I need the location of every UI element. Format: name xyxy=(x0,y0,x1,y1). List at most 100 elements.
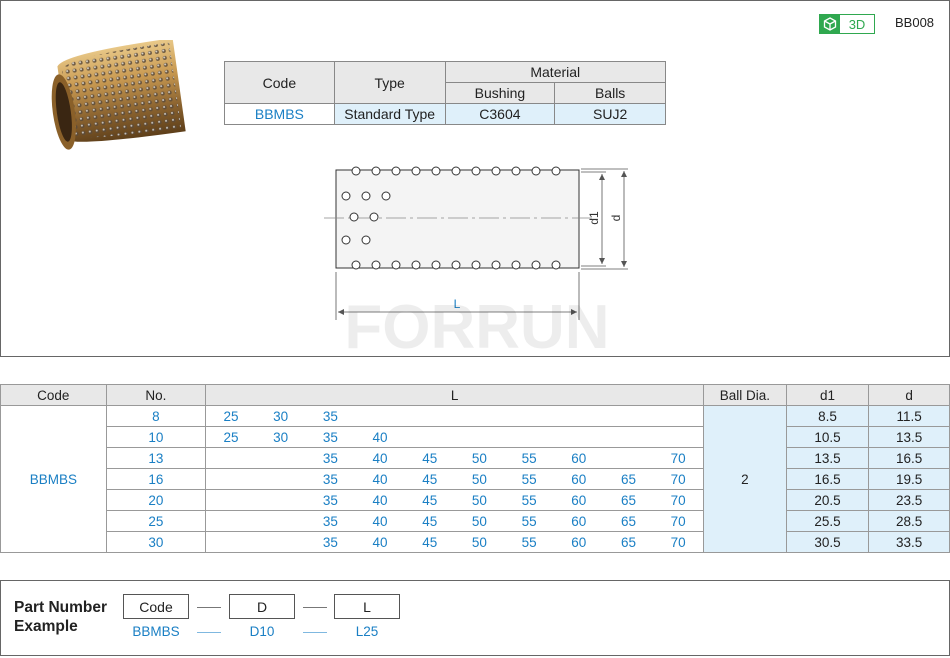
product-image xyxy=(51,40,186,150)
dims-L-value: 50 xyxy=(471,534,487,550)
dims-L-value: 25 xyxy=(223,429,239,445)
dims-L-value: 40 xyxy=(372,450,388,466)
dims-no-cell: 8 xyxy=(105,405,207,427)
dims-L-cell: 35 40 45 50 55 60 70 xyxy=(205,447,705,469)
table-row: 30 35 40 45 50 55 60 65 70 30.5 33.5 xyxy=(1,531,950,553)
material-header: Material xyxy=(444,61,667,83)
dims-no-cell: 16 xyxy=(105,468,207,490)
pn-code-box: Code xyxy=(123,594,189,619)
dims-L-value: 60 xyxy=(571,513,587,529)
3d-view-button[interactable]: 3D xyxy=(819,14,875,34)
svg-text:FORRUN: FORRUN xyxy=(344,296,609,358)
code-cell: BBMBS xyxy=(224,103,335,125)
part-number-title-line2: Example xyxy=(14,618,78,635)
dims-L-value: 30 xyxy=(273,429,289,445)
material-table: Code Type Material Bushing Balls BBMBS S… xyxy=(224,61,667,125)
d1-label: d1 xyxy=(587,211,601,225)
pn-l-box: L xyxy=(334,594,400,619)
dims-no-cell: 10 xyxy=(105,426,207,448)
dims-L-value: 70 xyxy=(670,534,686,550)
dims-L-value: 45 xyxy=(422,534,438,550)
pn-example-separator xyxy=(303,632,327,633)
dims-L-value: 55 xyxy=(521,534,537,550)
dims-d1-cell: 13.5 xyxy=(785,447,870,469)
dims-d1-cell: 16.5 xyxy=(785,468,870,490)
dims-L-value: 55 xyxy=(521,450,537,466)
dims-d1-cell: 10.5 xyxy=(785,426,870,448)
d-label: d xyxy=(609,215,623,222)
dims-no-cell: 30 xyxy=(105,531,207,553)
dims-L-value: 60 xyxy=(571,450,587,466)
dims-L-cell: 35 40 45 50 55 60 65 70 xyxy=(205,468,705,490)
dims-d-cell: 28.5 xyxy=(868,510,950,532)
part-number-title-line1: Part Number xyxy=(14,599,108,616)
pn-code-example: BBMBS xyxy=(132,624,180,639)
forrun-watermark: FORRUN xyxy=(344,296,609,358)
dims-L-value: 40 xyxy=(372,429,388,445)
dims-L-value: 60 xyxy=(571,471,587,487)
dims-L-value: 40 xyxy=(372,471,388,487)
dims-L-value: 50 xyxy=(471,513,487,529)
table-row: BBMBS 8 25 30 35 2 8.5 11.5 xyxy=(0,405,950,553)
dims-L-value: 30 xyxy=(273,408,289,424)
dims-code-cell: BBMBS xyxy=(0,405,107,553)
dims-L-cell: 25 30 35 40 xyxy=(205,426,705,448)
dims-L-value: 35 xyxy=(322,450,338,466)
dims-L-value: 35 xyxy=(322,429,338,445)
table-row: 10 25 30 35 40 10.5 13.5 xyxy=(1,426,950,448)
dims-ball-dia-header: Ball Dia. xyxy=(703,384,787,406)
dims-L-value: 70 xyxy=(670,471,686,487)
table-row: 25 35 40 45 50 55 60 65 70 25.5 28.5 xyxy=(1,510,950,532)
part-number-title: Part Number Example xyxy=(14,598,107,636)
pn-separator xyxy=(197,607,221,608)
pn-d-example: D10 xyxy=(249,624,275,639)
type-header: Type xyxy=(333,61,446,104)
pn-l-example: L25 xyxy=(355,624,379,639)
dims-L-value: 35 xyxy=(322,471,338,487)
table-row: 16 35 40 45 50 55 60 65 70 16.5 19.5 xyxy=(1,468,950,490)
dims-L-value: 40 xyxy=(372,534,388,550)
dims-d1-header: d1 xyxy=(785,384,870,406)
dims-d1-cell: 25.5 xyxy=(785,510,870,532)
cube-icon xyxy=(820,15,840,33)
code-header: Code xyxy=(224,61,335,104)
bushing-cell: C3604 xyxy=(444,103,556,125)
dims-d-header: d xyxy=(868,384,950,406)
dims-L-value: 55 xyxy=(521,513,537,529)
dims-d-cell: 33.5 xyxy=(868,531,950,553)
dims-L-value: 35 xyxy=(322,408,338,424)
dims-L-value: 65 xyxy=(620,471,637,487)
dims-L-value: 35 xyxy=(322,534,338,550)
3d-label: 3D xyxy=(848,16,866,32)
dims-no-header: No. xyxy=(105,384,207,406)
dims-L-value: 45 xyxy=(422,450,438,466)
dims-L-value: 65 xyxy=(620,492,637,508)
dims-L-value: 45 xyxy=(422,492,438,508)
pn-d-box: D xyxy=(229,594,295,619)
dims-L-value: 25 xyxy=(223,408,239,424)
dims-L-cell: 35 40 45 50 55 60 65 70 xyxy=(205,531,705,553)
dims-d-cell: 13.5 xyxy=(868,426,950,448)
dims-L-value: 35 xyxy=(322,513,338,529)
dims-L-value: 65 xyxy=(620,513,637,529)
dims-no-cell: 20 xyxy=(105,489,207,511)
dims-d-cell: 23.5 xyxy=(868,489,950,511)
dims-L-value: 65 xyxy=(620,534,637,550)
dims-L-cell: 25 30 35 xyxy=(205,405,705,427)
dims-d-cell: 19.5 xyxy=(868,468,950,490)
dims-L-value: 60 xyxy=(571,492,587,508)
dims-L-header: L xyxy=(205,384,705,406)
dims-L-value: 55 xyxy=(521,492,537,508)
dims-L-cell: 35 40 45 50 55 60 65 70 xyxy=(205,489,705,511)
dims-L-value: 70 xyxy=(670,492,686,508)
dims-L-value: 50 xyxy=(471,492,487,508)
dims-L-value: 50 xyxy=(471,450,487,466)
pn-example-separator xyxy=(197,632,221,633)
dims-L-cell: 35 40 45 50 55 60 65 70 xyxy=(205,510,705,532)
dims-L-value: 70 xyxy=(670,450,686,466)
dims-L-value: 40 xyxy=(372,492,388,508)
type-cell: Standard Type xyxy=(333,103,446,125)
dims-d1-cell: 30.5 xyxy=(785,531,870,553)
dims-L-value: 60 xyxy=(571,534,587,550)
dims-d1-cell: 8.5 xyxy=(785,405,870,427)
